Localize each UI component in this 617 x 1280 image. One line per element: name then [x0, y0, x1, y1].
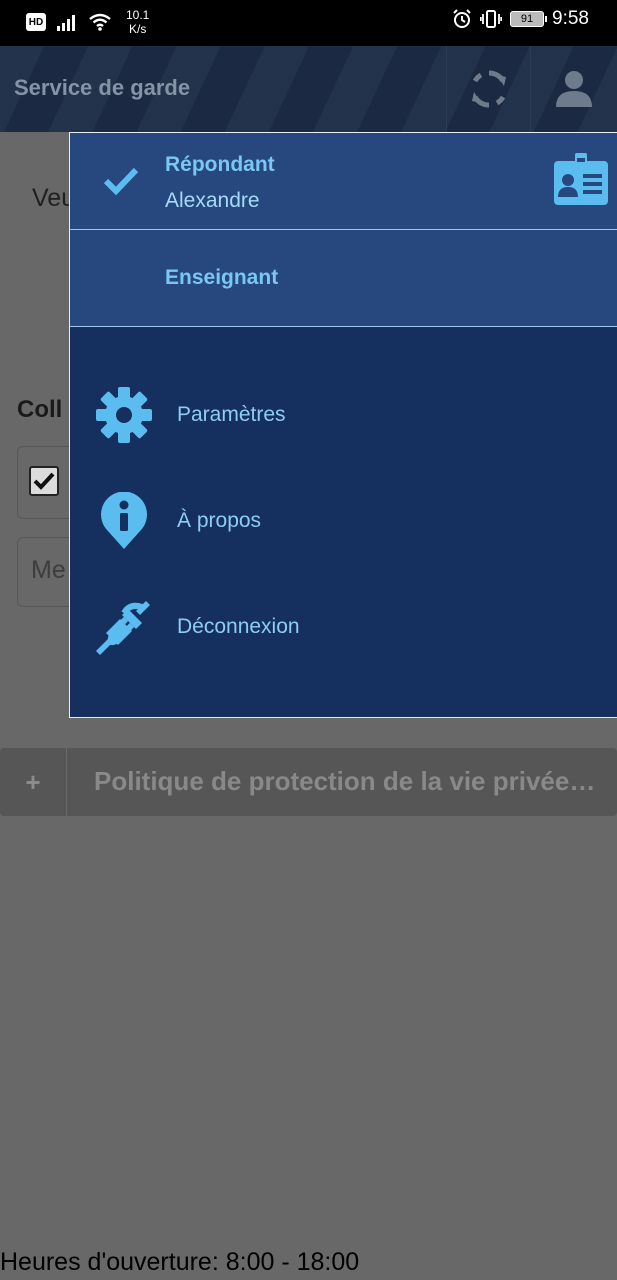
app-header: Service de garde [0, 46, 617, 132]
section-heading: Coll [17, 396, 63, 423]
battery-indicator: 91 [510, 11, 548, 27]
hd-badge: HD [26, 13, 46, 31]
privacy-policy-title: Politique de protection de la vie privée… [94, 766, 596, 796]
expand-button[interactable]: + [0, 748, 67, 816]
menu-item-label: Déconnexion [177, 615, 300, 638]
account-item-enseignant[interactable]: Enseignant [70, 230, 617, 327]
check-icon [103, 167, 139, 196]
account-role: Enseignant [165, 266, 279, 289]
privacy-policy-panel[interactable]: + Politique de protection de la vie priv… [0, 748, 617, 816]
menu-item-about[interactable]: À propos [70, 471, 617, 571]
account-name: Alexandre [165, 189, 260, 212]
alarm-icon [453, 9, 471, 28]
opening-hours: Heures d'ouverture: 8:00 - 18:00 [0, 1248, 360, 1276]
menu-item-settings[interactable]: Paramètres [70, 365, 617, 465]
wifi-icon [89, 13, 111, 31]
gear-icon [96, 387, 152, 443]
info-pin-icon [101, 492, 147, 549]
menu-item-label: Paramètres [177, 403, 286, 426]
vibrate-icon [480, 10, 503, 28]
user-icon [556, 71, 592, 107]
network-speed: 10.1 K/s [126, 8, 150, 36]
clock: 9:58 [552, 8, 589, 29]
refresh-icon [471, 70, 506, 108]
menu-item-logout[interactable]: Déconnexion [70, 577, 617, 677]
app-title: Service de garde [14, 75, 191, 100]
user-dropdown-menu: Répondant Alexandre Enseignant Paramètre… [69, 132, 617, 718]
account-item-repondant[interactable]: Répondant Alexandre [70, 133, 617, 230]
menu-item-label: À propos [177, 509, 262, 532]
message-input-placeholder: Me [31, 556, 66, 584]
plug-icon [96, 601, 150, 655]
signal-icon [57, 15, 75, 31]
refresh-button[interactable] [446, 46, 530, 132]
id-badge-icon [554, 153, 608, 205]
checkmark-icon [33, 472, 55, 490]
user-menu-button[interactable] [530, 46, 617, 132]
consent-checkbox[interactable] [29, 466, 59, 496]
account-role: Répondant [165, 153, 275, 176]
status-bar: HD 10.1 K/s 91 9:58 [0, 0, 617, 46]
